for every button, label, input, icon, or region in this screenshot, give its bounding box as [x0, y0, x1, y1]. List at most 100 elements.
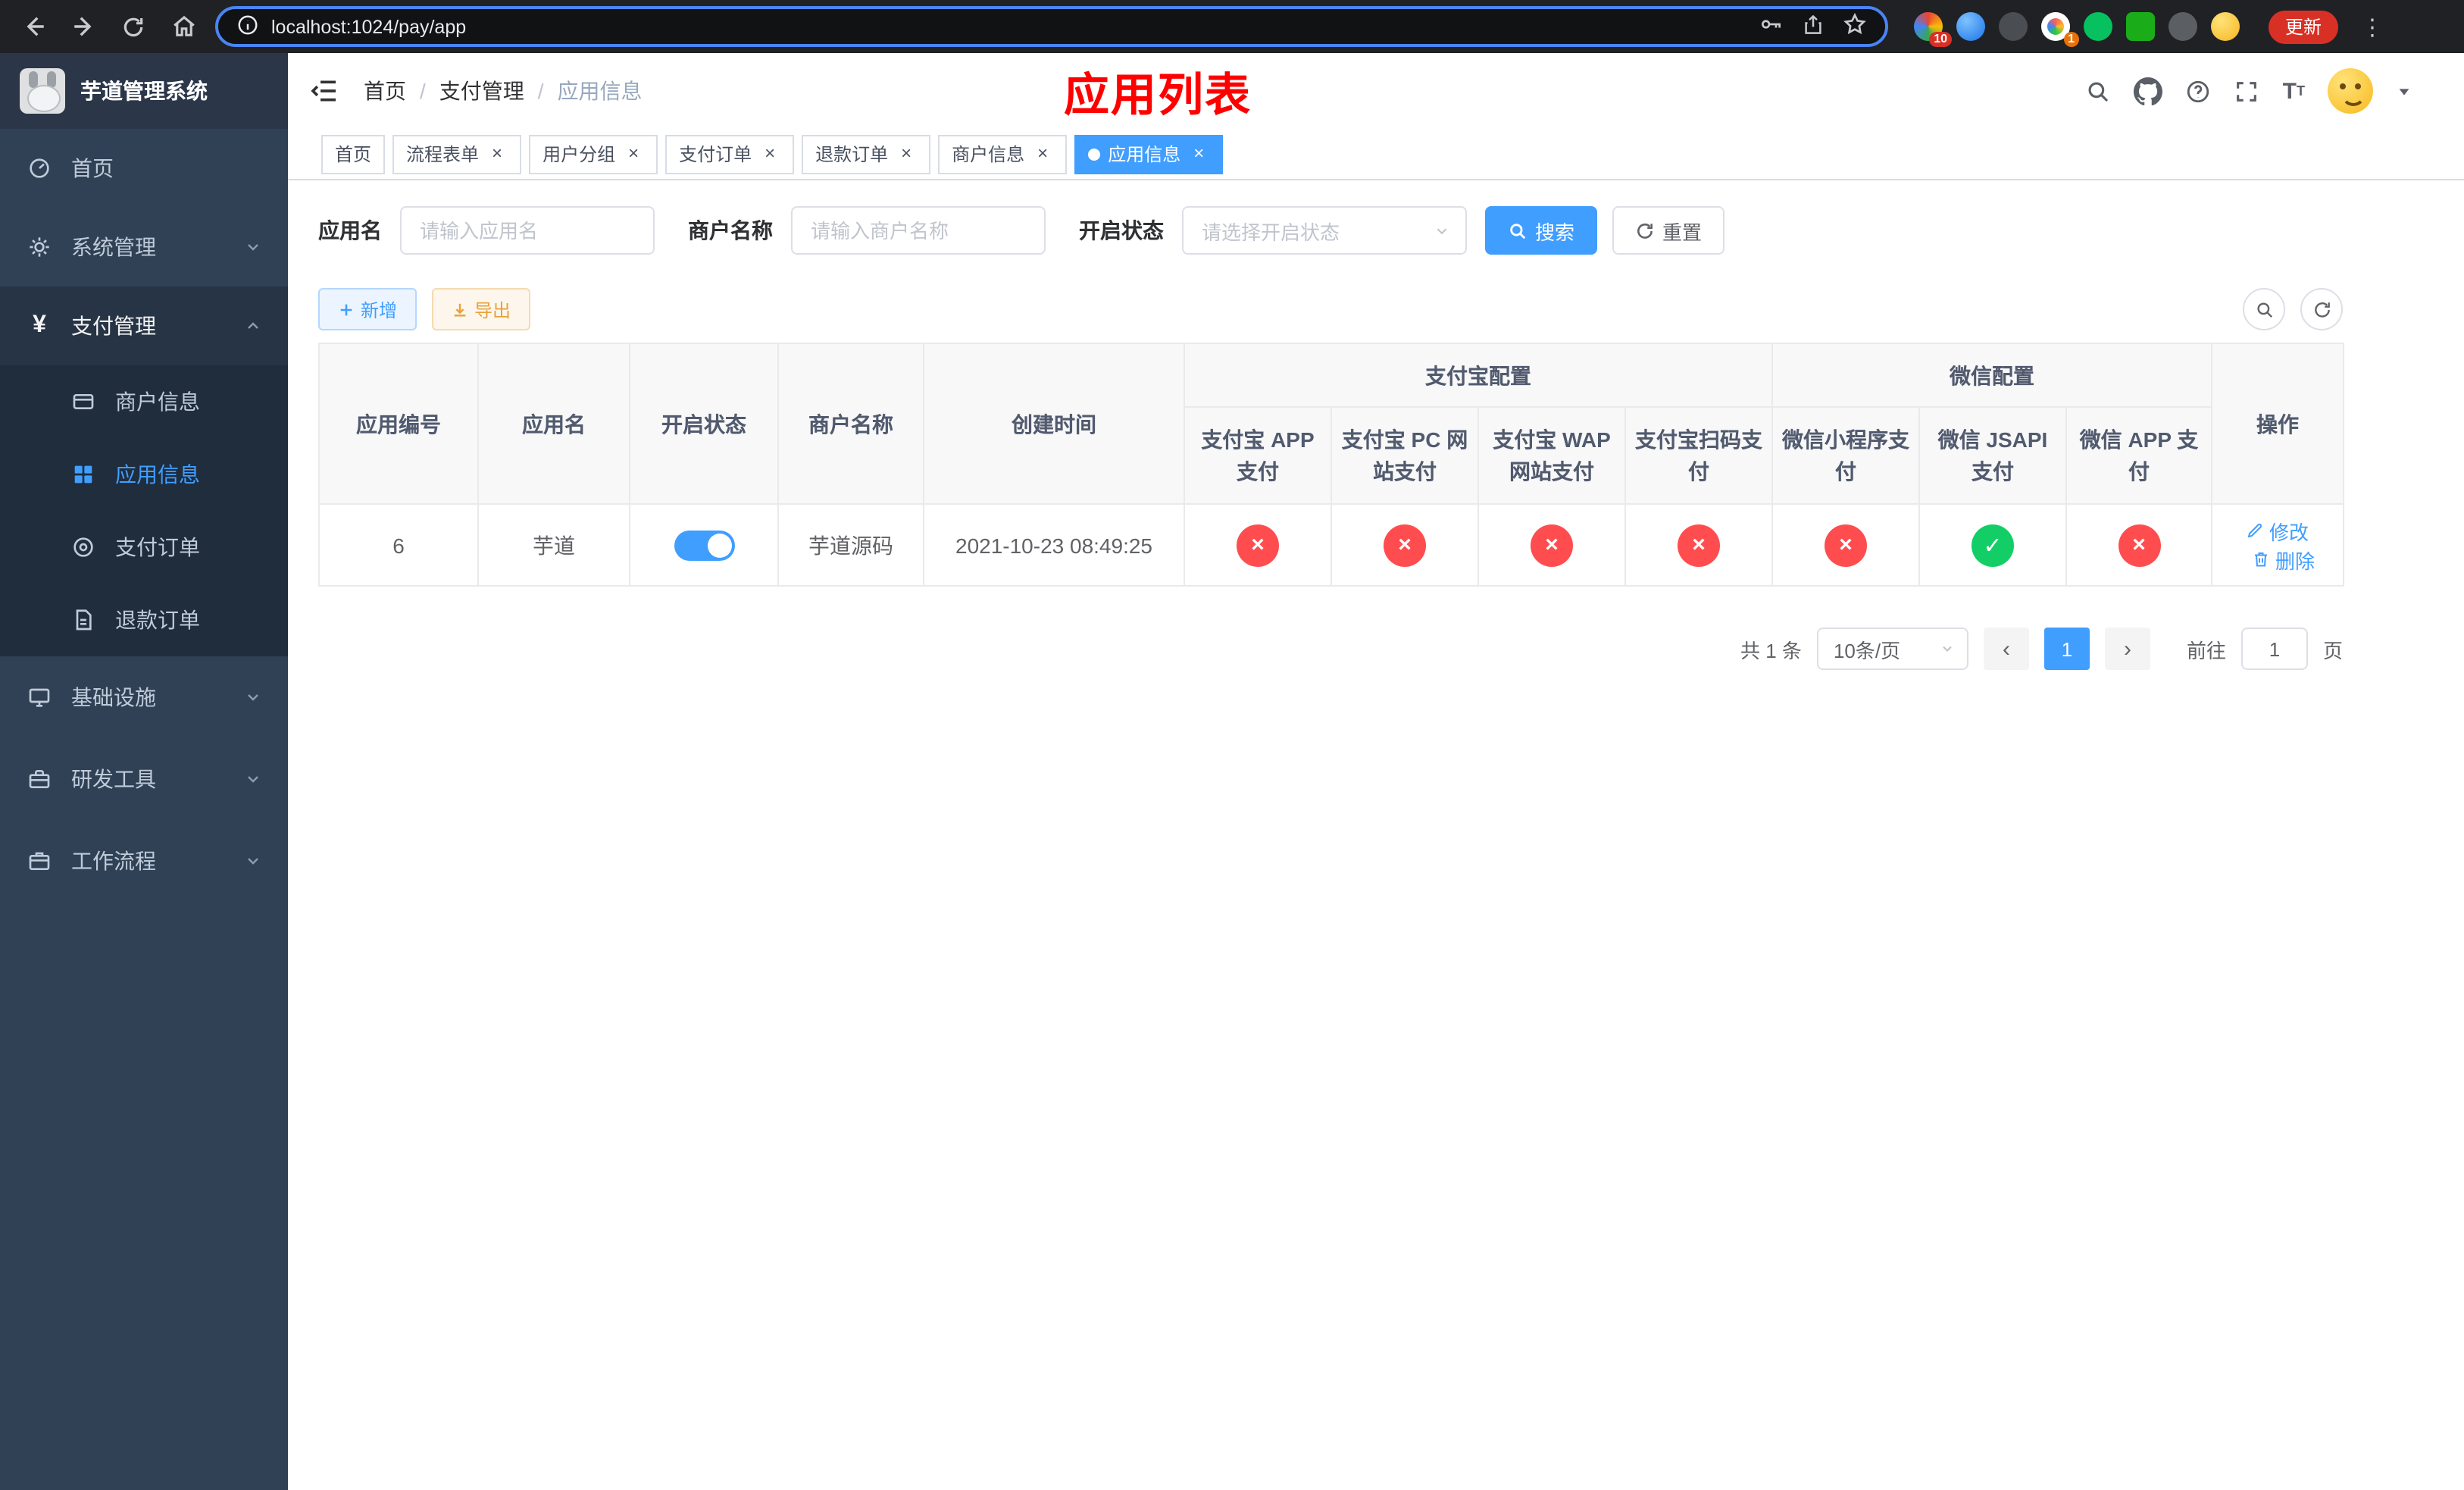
sidebar-item-label: 基础设施	[71, 685, 156, 709]
font-size-icon[interactable]: TT	[2283, 80, 2305, 102]
extension-icon[interactable]: 1	[2041, 12, 2079, 47]
col-created: 创建时间	[923, 343, 1185, 505]
prev-page-button[interactable]: ‹	[1983, 628, 2029, 670]
toggle-search-button[interactable]	[2243, 288, 2285, 330]
sidebar-item-label: 系统管理	[71, 235, 156, 259]
cell-app-name: 芋道	[477, 503, 630, 587]
col-alipay-wap: 支付宝 WAP 网站支付	[1477, 406, 1626, 505]
merchant-name-input[interactable]	[791, 206, 1046, 255]
github-icon[interactable]	[2134, 77, 2163, 105]
tab-app-info[interactable]: 应用信息 ×	[1074, 134, 1224, 174]
browser-update-button[interactable]: 更新	[2269, 10, 2339, 43]
cell-created: 2021-10-23 08:49:25	[923, 503, 1185, 587]
tags-bar: 首页 流程表单 × 用户分组 × 支付订单 × 退款订单 × 商户信息 × 应用信息 ×	[288, 129, 2464, 180]
alipay-pc-status-icon: ×	[1384, 524, 1426, 566]
avatar[interactable]	[2328, 68, 2373, 114]
status-toggle[interactable]	[674, 530, 734, 560]
breadcrumb-separator: /	[420, 79, 426, 103]
app-name-input[interactable]	[400, 206, 655, 255]
sidebar-item-infra[interactable]: 基础设施	[0, 656, 288, 738]
sidebar-item-label: 退款订单	[115, 608, 200, 632]
goto-page-input[interactable]	[2240, 628, 2308, 670]
chevron-down-icon[interactable]	[2396, 83, 2412, 99]
breadcrumb: 首页 / 支付管理 / 应用信息	[364, 76, 643, 106]
site-info-icon[interactable]	[236, 13, 259, 40]
sidebar-item-label: 研发工具	[71, 767, 156, 791]
close-icon[interactable]: ×	[623, 142, 644, 164]
delete-button[interactable]: 删除	[2253, 545, 2315, 574]
refresh-icon	[1637, 222, 1653, 238]
sidebar-item-system[interactable]: 系统管理	[0, 208, 288, 286]
share-icon[interactable]	[1802, 13, 1825, 40]
app-logo-row[interactable]: 芋道管理系统	[0, 53, 288, 129]
sidebar-item-merchant-info[interactable]: 商户信息	[0, 365, 288, 438]
extension-icon[interactable]	[2126, 12, 2155, 41]
tab-pay-order[interactable]: 支付订单 ×	[665, 134, 795, 174]
close-icon[interactable]: ×	[1032, 142, 1053, 164]
extension-icon[interactable]	[1956, 12, 1985, 41]
tab-user-group[interactable]: 用户分组 ×	[529, 134, 658, 174]
col-wx-mini: 微信小程序支付	[1771, 406, 1920, 505]
key-icon[interactable]	[1759, 12, 1784, 41]
breadcrumb-home[interactable]: 首页	[364, 76, 406, 106]
sidebar-item-home[interactable]: 首页	[0, 129, 288, 208]
sidebar-item-refund-order[interactable]: 退款订单	[0, 584, 288, 656]
breadcrumb-payment[interactable]: 支付管理	[439, 76, 524, 106]
refresh-icon[interactable]	[115, 8, 152, 45]
extension-icon[interactable]	[2084, 12, 2112, 41]
filter-form: 应用名 商户名称 开启状态 请选择开启状态 搜索 重置	[318, 206, 2464, 255]
browser-menu-icon[interactable]: ⋮	[2361, 13, 2384, 40]
extension-icon[interactable]	[1999, 12, 2028, 41]
page-number-button[interactable]: 1	[2043, 628, 2090, 670]
tab-home[interactable]: 首页	[321, 134, 386, 174]
app-name-label: 应用名	[318, 218, 382, 243]
search-icon	[1510, 223, 1526, 239]
col-group-wechat: 微信配置	[1771, 343, 2212, 408]
search-button[interactable]: 搜索	[1485, 206, 1598, 255]
back-icon[interactable]	[15, 8, 52, 45]
chevron-down-icon	[244, 238, 262, 256]
tab-merchant-info[interactable]: 商户信息 ×	[938, 134, 1068, 174]
address-bar[interactable]: localhost:1024/pay/app	[215, 6, 1888, 47]
hamburger-icon[interactable]	[309, 76, 339, 106]
sidebar-item-payment[interactable]: ¥ 支付管理	[0, 286, 288, 365]
search-icon[interactable]	[2086, 78, 2112, 104]
page-size-select[interactable]: 10条/页	[1816, 628, 1968, 670]
home-icon[interactable]	[165, 8, 202, 45]
sidebar-item-workflow[interactable]: 工作流程	[0, 820, 288, 902]
forward-icon[interactable]	[65, 8, 102, 45]
cell-merchant: 芋道源码	[777, 503, 924, 587]
profile-avatar-icon[interactable]	[2211, 12, 2240, 41]
sidebar-item-devtools[interactable]: 研发工具	[0, 738, 288, 820]
search-icon	[2256, 302, 2272, 318]
bookmark-star-icon[interactable]	[1843, 12, 1867, 41]
sidebar-item-pay-order[interactable]: 支付订单	[0, 511, 288, 584]
edit-button[interactable]: 修改	[2247, 516, 2309, 545]
sidebar-item-label: 商户信息	[115, 390, 200, 414]
close-icon[interactable]: ×	[759, 142, 780, 164]
col-alipay-qr: 支付宝扫码支付	[1624, 406, 1773, 505]
sidebar-item-label: 支付订单	[115, 535, 200, 559]
wx-app-status-icon: ×	[2118, 524, 2160, 566]
sidebar-item-label: 应用信息	[115, 462, 200, 487]
plus-icon	[340, 303, 352, 315]
tab-process-form[interactable]: 流程表单 ×	[392, 134, 522, 174]
add-button[interactable]: 新增	[318, 288, 417, 330]
close-icon[interactable]: ×	[896, 142, 917, 164]
close-icon[interactable]: ×	[1188, 142, 1209, 164]
reset-button[interactable]: 重置	[1612, 206, 1725, 255]
close-icon[interactable]: ×	[486, 142, 508, 164]
next-page-button[interactable]: ›	[2104, 628, 2150, 670]
extensions-row: 10 1	[1914, 12, 2240, 47]
tab-refund-order[interactable]: 退款订单 ×	[802, 134, 931, 174]
status-select[interactable]: 请选择开启状态	[1182, 206, 1467, 255]
help-icon[interactable]	[2186, 78, 2212, 104]
puzzle-extension-icon[interactable]	[2169, 12, 2197, 41]
refresh-table-button[interactable]	[2300, 288, 2343, 330]
pagination: 共 1 条 10条/页 ‹ 1 › 前往 页	[318, 628, 2343, 670]
fullscreen-icon[interactable]	[2234, 78, 2260, 104]
extension-icon[interactable]: 10	[1914, 12, 1952, 47]
page-title: 应用列表	[1064, 71, 1252, 121]
sidebar-item-app-info[interactable]: 应用信息	[0, 438, 288, 511]
export-button[interactable]: 导出	[432, 288, 531, 330]
